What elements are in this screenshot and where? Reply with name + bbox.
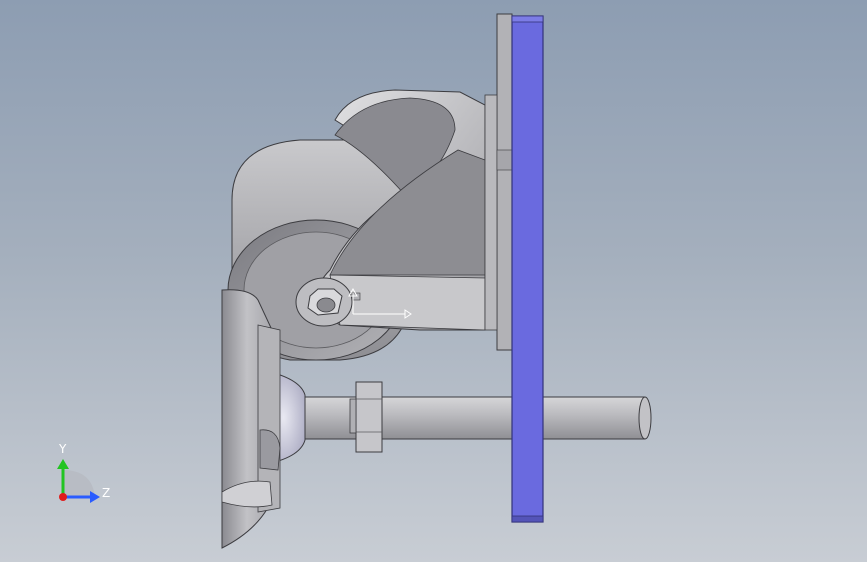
z-axis-label: Z	[102, 486, 111, 500]
axis-triad-icon	[57, 459, 100, 503]
3d-model-view[interactable]	[0, 0, 867, 562]
hex-nut[interactable]	[349, 381, 383, 453]
mounting-plate[interactable]	[511, 15, 544, 523]
back-plate[interactable]	[496, 13, 513, 351]
y-axis-label: Y	[59, 442, 67, 456]
graphics-viewport[interactable]: Y Z	[0, 0, 867, 562]
